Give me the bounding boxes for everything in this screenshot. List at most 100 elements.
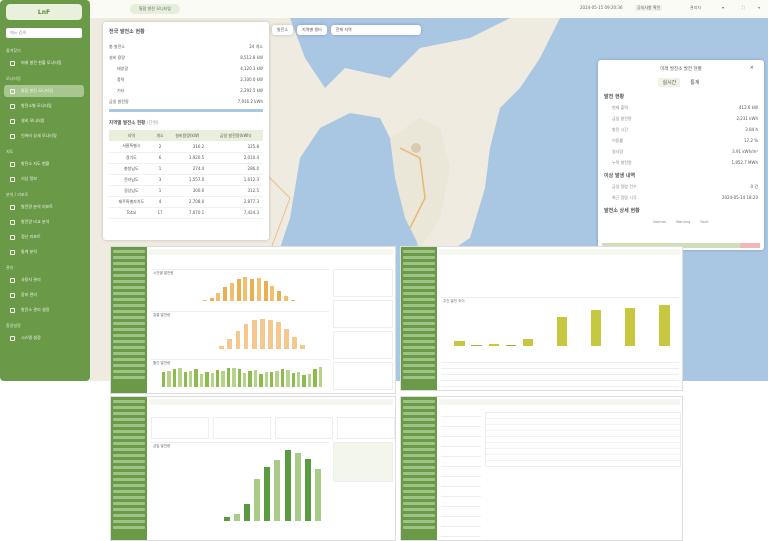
sidebar-item-label: 발전소 지도 현황	[21, 161, 50, 166]
chart-bar	[304, 458, 311, 521]
mini-menu-item	[403, 262, 435, 265]
row-label: 풍력	[117, 76, 125, 82]
table-row[interactable]: 제주특별자치도 4 2,708.0 2,877.3	[109, 196, 263, 208]
mini-sidebar	[401, 397, 437, 540]
close-icon[interactable]: ×	[750, 65, 754, 71]
mini-menu-item	[403, 460, 435, 463]
table-cell: 274.4	[166, 163, 209, 175]
mini-menu-item	[113, 472, 145, 475]
table-cell: 제주특별자치도	[109, 196, 154, 208]
chart-bar	[162, 371, 166, 387]
mini-menu-item	[113, 526, 145, 529]
mini-menu-item	[113, 358, 145, 361]
user-menu[interactable]: 관리자	[690, 5, 701, 11]
sidebar-section-title: 지도	[6, 149, 14, 154]
table-cell: 286.0	[208, 163, 263, 175]
sidebar-item[interactable]: 정산 리포트	[4, 231, 84, 243]
mini-menu-item	[403, 514, 435, 517]
filter-toggle[interactable]: 지역별 필터	[297, 25, 327, 35]
sidebar-item[interactable]: 발전량 분석 리포트	[4, 201, 84, 213]
sidebar-item[interactable]: 발전소 관리 설정	[4, 304, 84, 316]
chart-bar	[236, 279, 241, 301]
sidebar-item-label: 발전소 관리 설정	[21, 307, 50, 312]
table-row[interactable]: 서울특별시 2 310.2 325.8	[109, 141, 263, 153]
chart-bar	[233, 514, 240, 521]
table-cell: 서울특별시	[109, 141, 154, 153]
plant-detail-panel: 미래 발전소 발전 현황 × 실시간 통계 발전 현황 현재 출력 412.6 k…	[598, 60, 764, 250]
mini-menu-item	[403, 502, 435, 505]
sidebar-section-title: 환경설정	[6, 323, 21, 328]
layer-toggle[interactable]: 발전소	[272, 25, 294, 35]
mini-menu-item	[113, 316, 145, 319]
sidebar-item[interactable]: 사용자 관리	[4, 274, 84, 286]
table-cell: 6	[153, 152, 167, 164]
chart-bar	[292, 337, 298, 349]
row-value: 8,512.8 kW	[240, 55, 263, 60]
row-label: 최근 알람 시각	[612, 194, 637, 200]
sidebar-item-label: 설비 모니터링	[21, 118, 45, 123]
chevron-down-icon[interactable]: ▾	[722, 5, 724, 10]
sidebar-item[interactable]: 미래 발전 현황 모니터링	[4, 57, 84, 69]
mini-toolbar	[439, 249, 680, 255]
table-row[interactable]: 전라남도 3 1,557.0 1,612.3	[109, 174, 263, 186]
plant-list[interactable]	[441, 407, 481, 540]
table-row[interactable]: 충청남도 1 274.4 286.0	[109, 163, 263, 175]
data-grid	[441, 357, 679, 390]
mini-menu-item	[113, 352, 145, 355]
row-label: 설비 용량	[109, 54, 125, 60]
mini-menu-item	[403, 526, 435, 529]
summary-card	[275, 417, 333, 439]
sidebar-item[interactable]: 장비 관리	[4, 289, 84, 301]
sidebar-item[interactable]: 발전량 비교 분석	[4, 216, 84, 228]
chart-bar	[471, 344, 482, 346]
logo[interactable]: LnF	[6, 4, 82, 20]
menu-icon	[10, 103, 15, 109]
tab-stats[interactable]: 통계	[686, 78, 703, 87]
mini-menu-item	[113, 256, 145, 259]
sidebar-item[interactable]: 설비 모니터링	[4, 115, 84, 127]
table-row[interactable]: 경상남도 1 300.0 312.5	[109, 185, 263, 197]
row-value: 3.91 kWh/m²	[732, 149, 758, 154]
sidebar-item[interactable]: 시스템 설정	[4, 332, 84, 344]
mini-menu-item	[403, 304, 435, 307]
row-value: 3.84 h	[745, 127, 758, 132]
table-cell: 312.5	[208, 185, 263, 197]
menu-icon	[10, 204, 15, 210]
sidebar-item[interactable]: 통합 발전 모니터링	[4, 85, 84, 97]
table-cell: 1,920.5	[166, 152, 209, 164]
table-row[interactable]: Total 17 7,070.1 7,424.3	[109, 207, 263, 219]
menu-icon	[10, 133, 15, 139]
table-row[interactable]: 경기도 6 1,920.5 2,010.4	[109, 152, 263, 164]
screenshot-plant-settings	[400, 396, 683, 541]
chart-bar	[274, 460, 281, 521]
mini-menu-item	[403, 520, 435, 523]
fullscreen-icon[interactable]: ⛶	[742, 5, 745, 10]
notice-link[interactable]: 공지사항 확인	[635, 5, 663, 11]
sidebar-item[interactable]: 통계 분석	[4, 246, 84, 258]
mini-menu-item	[403, 466, 435, 469]
sidebar-item[interactable]: 발전소별 모니터링	[4, 100, 84, 112]
mini-menu-item	[113, 412, 145, 415]
menu-search-input[interactable]: 메뉴 검색	[6, 28, 82, 38]
sidebar-section-title: 분석 / 리포트	[6, 192, 29, 197]
row-value: 24 개소	[249, 43, 263, 49]
chart-bar	[286, 370, 290, 387]
mini-toolbar	[149, 399, 393, 405]
sidebar-item[interactable]: 발전소 지도 현황	[4, 158, 84, 170]
logout-icon[interactable]: ⇥	[757, 5, 760, 10]
sidebar-section-title: 모니터링	[6, 76, 21, 81]
mini-menu-item	[403, 316, 435, 319]
table-cell: 1,612.3	[208, 174, 263, 186]
mini-menu-item	[403, 490, 435, 493]
sidebar-item[interactable]: 인버터 상세 모니터링	[4, 130, 84, 142]
region-select[interactable]: 전체 지역	[330, 25, 421, 35]
tab-realtime[interactable]: 실시간	[658, 78, 681, 87]
legend-warning: Warning	[675, 220, 691, 224]
sidebar-item[interactable]: 기상 정보	[4, 173, 84, 185]
mini-menu-item	[113, 496, 145, 499]
chart-title: 주간 발전 추이	[443, 299, 465, 303]
detail-row: 누적 발전량 1,852.7 MWh	[598, 157, 764, 168]
menu-icon	[10, 88, 15, 94]
mini-menu-item	[403, 484, 435, 487]
chart-bar	[244, 503, 251, 521]
